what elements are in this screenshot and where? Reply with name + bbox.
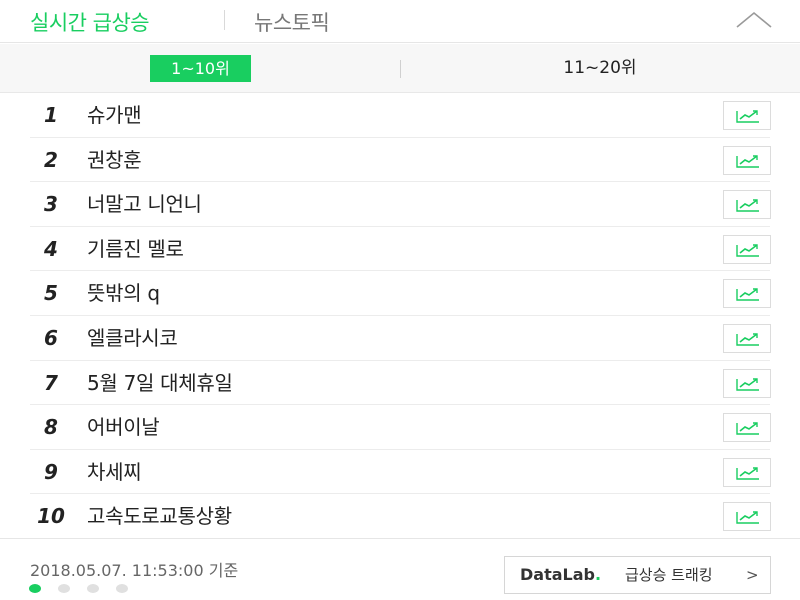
- trend-chart-icon: [736, 511, 759, 525]
- trend-chart-icon: [736, 377, 759, 391]
- trend-button[interactable]: [723, 101, 771, 130]
- rank-row[interactable]: 5 뜻밖의 q: [30, 271, 771, 316]
- rank-row[interactable]: 7 5월 7일 대체휴일: [30, 361, 771, 406]
- rank-row[interactable]: 9 차세찌: [30, 450, 771, 495]
- rank-number: 6: [44, 325, 58, 350]
- rank-keyword[interactable]: 어버이날: [87, 405, 160, 449]
- datalab-logo: DataLab.: [520, 565, 602, 584]
- trend-button[interactable]: [723, 457, 771, 487]
- trend-chart-icon: [736, 288, 759, 302]
- collapse-button[interactable]: [734, 8, 774, 34]
- header: 실시간 급상승 뉴스토픽: [0, 0, 800, 43]
- chevron-up-icon: [736, 11, 772, 28]
- trend-chart-icon: [736, 422, 759, 435]
- rank-row[interactable]: 3 너말고 니언니: [30, 182, 771, 227]
- trend-chart-icon: [736, 467, 759, 480]
- tab-divider: [224, 10, 225, 30]
- rank-keyword[interactable]: 기름진 멜로: [87, 227, 184, 271]
- trend-button[interactable]: [723, 368, 771, 398]
- tab-rank-11-20[interactable]: 11~20위: [540, 55, 660, 82]
- rank-keyword[interactable]: 엘클라시코: [87, 316, 178, 360]
- tab-rank-1-10[interactable]: 1~10위: [150, 55, 251, 82]
- rank-keyword[interactable]: 차세찌: [87, 450, 142, 494]
- rank-keyword[interactable]: 5월 7일 대체휴일: [87, 361, 233, 405]
- trend-chart-icon: [736, 199, 759, 212]
- rank-number: 1: [44, 103, 58, 127]
- trend-chart-icon: [736, 244, 759, 257]
- rank-row[interactable]: 10 고속도로교통상황: [30, 494, 771, 539]
- page-dot-4[interactable]: [116, 584, 128, 593]
- rank-keyword[interactable]: 뜻밖의 q: [87, 271, 160, 315]
- rank-keyword[interactable]: 고속도로교통상황: [87, 494, 232, 538]
- page-dot-3[interactable]: [87, 584, 99, 593]
- rank-number: 10: [37, 504, 65, 529]
- range-divider: [400, 60, 401, 78]
- trend-chart-icon: [736, 110, 759, 123]
- rank-keyword[interactable]: 슈가맨: [87, 93, 142, 137]
- rank-number: 9: [44, 459, 58, 484]
- chevron-right-icon: >: [746, 566, 759, 584]
- update-timestamp: 2018.05.07. 11:53:00 기준: [30, 561, 239, 580]
- tab-realtime[interactable]: 실시간 급상승: [30, 7, 150, 37]
- rank-number: 8: [44, 415, 58, 440]
- trend-button[interactable]: [723, 190, 771, 220]
- datalab-trending-button[interactable]: DataLab. 급상승 트래킹 >: [504, 556, 771, 594]
- rank-number: 2: [44, 147, 58, 172]
- rank-list: 1 슈가맨 2 권창훈 3 너말고 니언니 4 기름진 멜로 5 뜻밖의 q 6…: [30, 93, 771, 539]
- trend-button[interactable]: [723, 502, 771, 532]
- rank-number: 7: [44, 370, 58, 395]
- range-tab-bar: 1~10위 11~20위: [0, 44, 800, 93]
- rank-row[interactable]: 1 슈가맨: [30, 93, 771, 138]
- trend-button[interactable]: [723, 234, 771, 264]
- rank-row[interactable]: 6 엘클라시코: [30, 316, 771, 361]
- rank-number: 4: [44, 236, 58, 261]
- datalab-label: 급상승 트래킹: [625, 566, 713, 584]
- trend-button[interactable]: [723, 413, 771, 443]
- rank-keyword[interactable]: 권창훈: [87, 138, 142, 182]
- rank-keyword[interactable]: 너말고 니언니: [87, 182, 202, 226]
- trend-chart-icon: [736, 333, 759, 346]
- rank-row[interactable]: 4 기름진 멜로: [30, 227, 771, 272]
- page-dot-2[interactable]: [58, 584, 70, 593]
- rank-row[interactable]: 8 어버이날: [30, 405, 771, 450]
- trend-chart-icon: [736, 154, 759, 168]
- footer: 2018.05.07. 11:53:00 기준 DataLab. 급상승 트래킹…: [0, 538, 800, 600]
- rank-number: 5: [44, 281, 58, 306]
- rank-row[interactable]: 2 권창훈: [30, 138, 771, 183]
- page-dot-1[interactable]: [29, 584, 41, 593]
- trend-button[interactable]: [723, 145, 771, 175]
- rank-number: 3: [44, 192, 58, 217]
- trend-button[interactable]: [723, 323, 771, 353]
- tab-news-topic[interactable]: 뉴스토픽: [254, 7, 330, 37]
- trend-button[interactable]: [723, 279, 771, 309]
